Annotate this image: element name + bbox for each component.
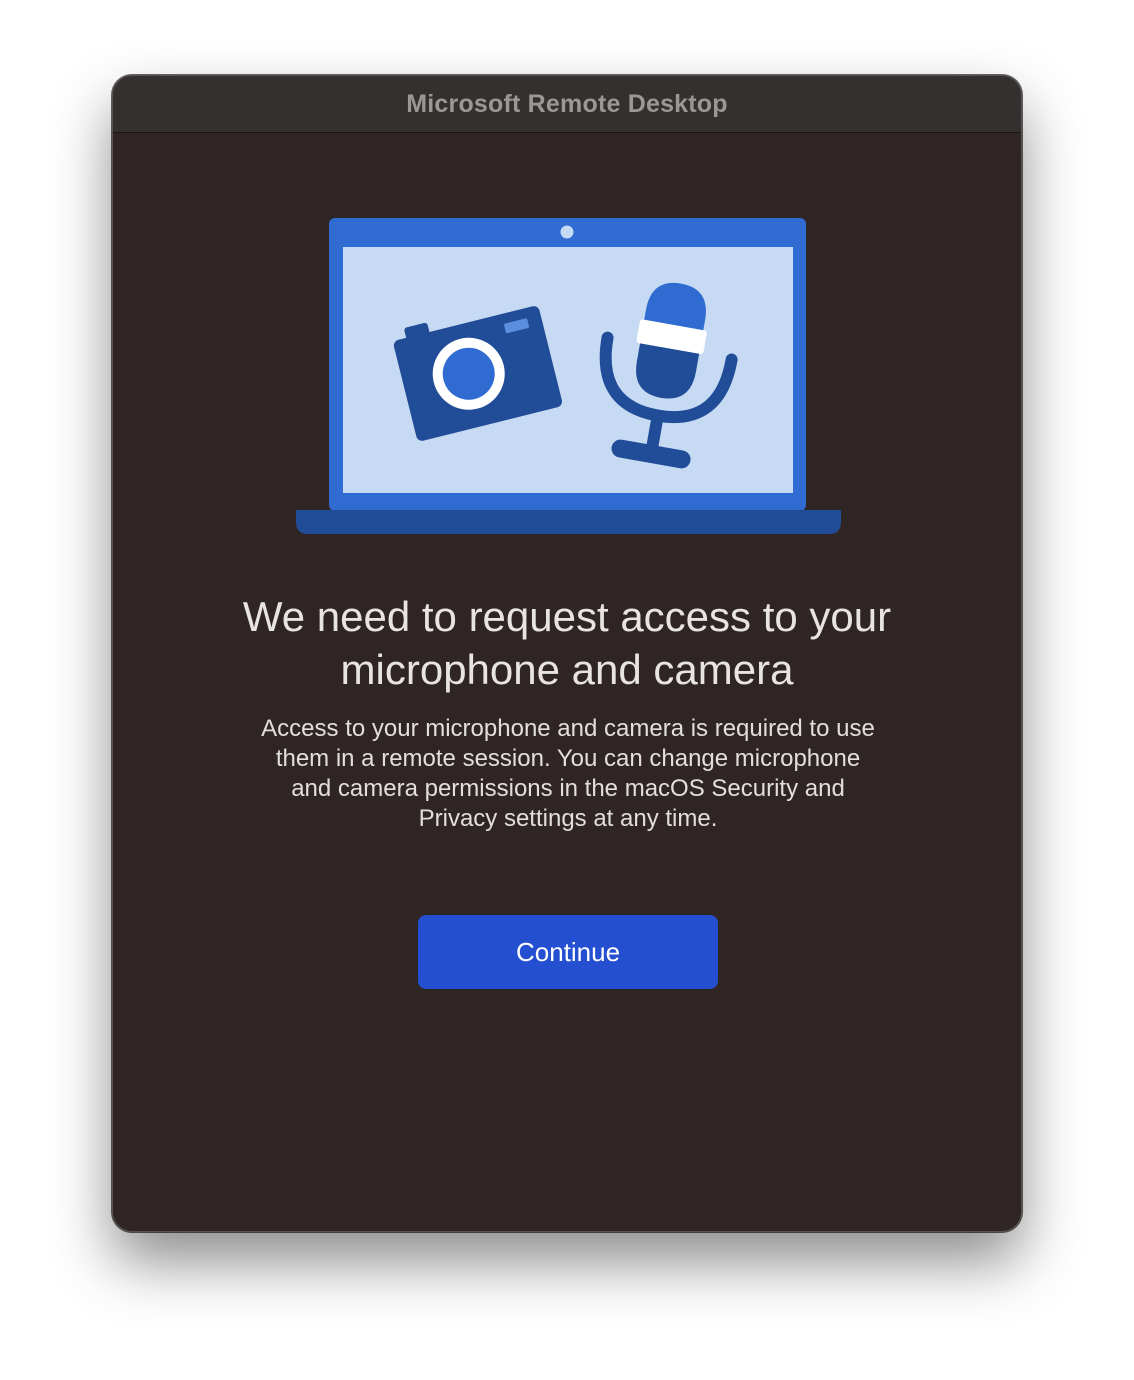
app-window: Microsoft Remote Desktop We need to requ… [112, 75, 1022, 1232]
continue-button[interactable]: Continue [418, 915, 718, 989]
page-heading: We need to request access to your microp… [113, 590, 1021, 696]
heading-line: microphone and camera [340, 646, 794, 693]
window-title: Microsoft Remote Desktop [406, 89, 728, 118]
description-text: Access to your microphone and camera is … [223, 714, 913, 834]
description-line: Privacy settings at any time. [418, 805, 718, 832]
description-line: Access to your microphone and camera is … [261, 715, 875, 742]
title-bar[interactable]: Microsoft Remote Desktop [113, 76, 1021, 133]
laptop-illustration [296, 218, 841, 534]
heading-line: We need to request access to your [242, 593, 892, 640]
laptop-icon [296, 218, 841, 534]
description-line: and camera permissions in the macOS Secu… [291, 775, 845, 802]
description-line: them in a remote session. You can change… [275, 745, 861, 772]
